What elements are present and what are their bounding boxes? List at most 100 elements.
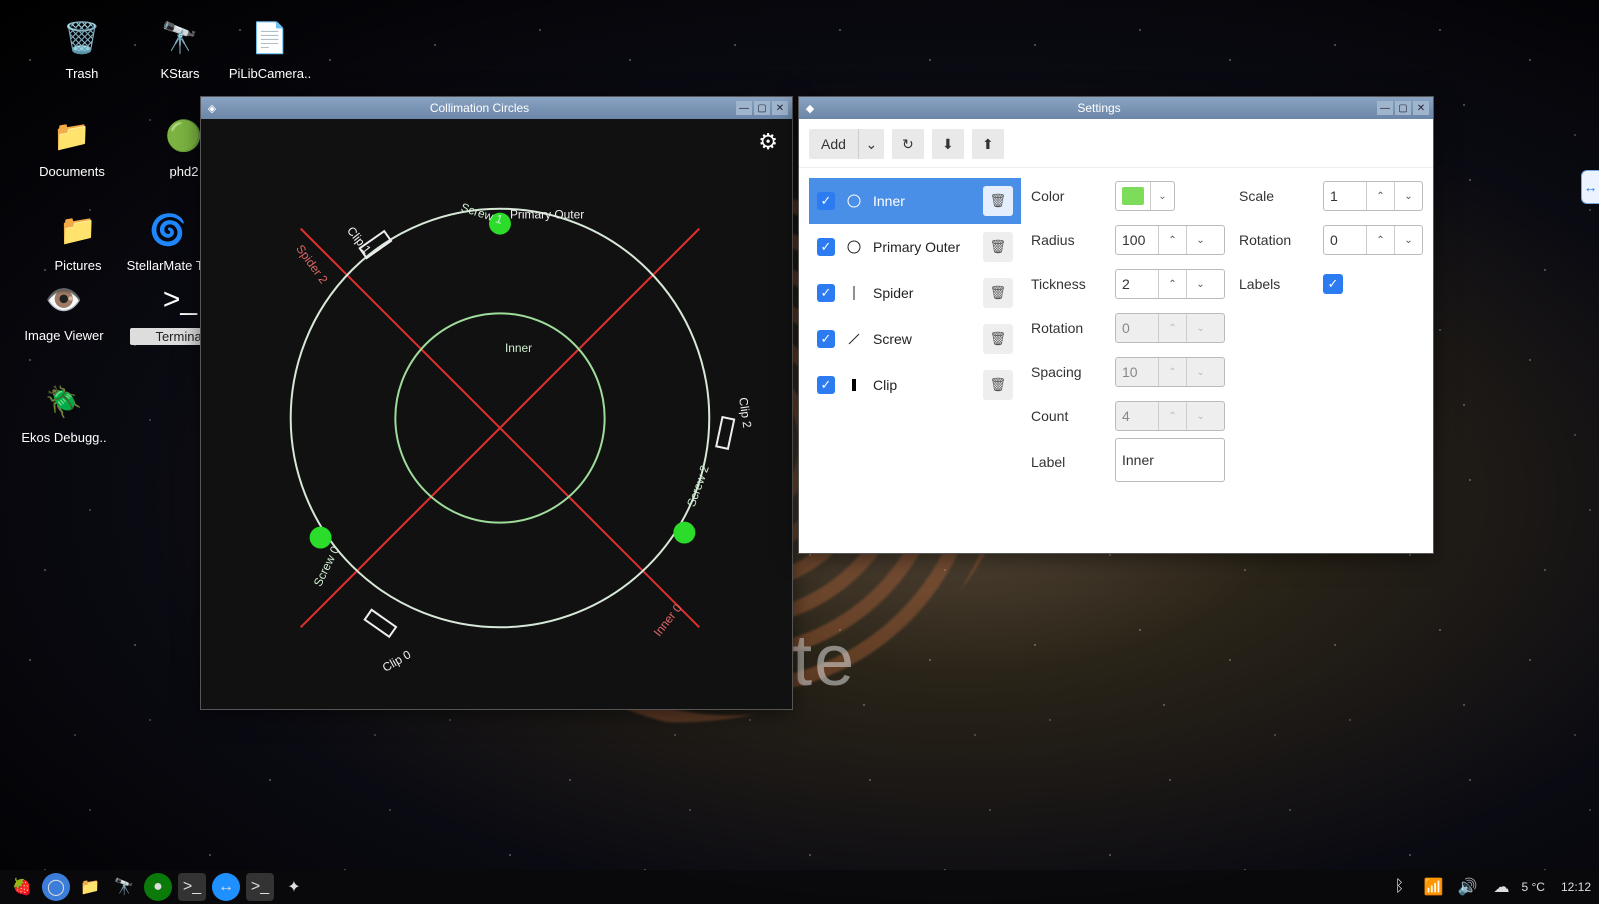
delete-button[interactable]: 🗑 xyxy=(983,232,1013,262)
circle-icon xyxy=(845,192,863,210)
label-input[interactable] xyxy=(1116,439,1224,481)
step-down-button[interactable]: ⌄ xyxy=(1186,270,1214,298)
delete-button[interactable]: 🗑 xyxy=(983,324,1013,354)
step-down-button: ⌄ xyxy=(1186,402,1214,430)
maximize-button[interactable]: ▢ xyxy=(754,101,770,115)
labels-checkbox[interactable]: ✓ xyxy=(1323,274,1343,294)
bluetooth-icon[interactable]: ᛒ xyxy=(1385,873,1413,901)
list-item-spider[interactable]: ✓ Spider 🗑 xyxy=(809,270,1021,316)
step-up-button: ⌃ xyxy=(1158,402,1186,430)
desktop-icon-imageviewer[interactable]: 👁️Image Viewer xyxy=(14,276,114,343)
step-up-button[interactable]: ⌃ xyxy=(1158,270,1186,298)
label-field[interactable] xyxy=(1115,438,1225,482)
desktop-icon-ekosdebug[interactable]: 🪲Ekos Debugg.. xyxy=(14,378,114,445)
window-collimation: ◈ Collimation Circles — ▢ ✕ ⚙ Inner Prim… xyxy=(200,96,793,710)
maximize-button[interactable]: ▢ xyxy=(1395,101,1411,115)
desktop-icon-kstars[interactable]: 🔭KStars xyxy=(130,14,230,81)
add-dropdown-button[interactable]: ⌄ xyxy=(858,129,884,159)
terminal-icon: >_ xyxy=(156,276,204,324)
imageviewer-icon: 👁️ xyxy=(40,276,88,324)
desktop-icon-pictures[interactable]: 📁Pictures xyxy=(28,206,128,273)
wifi-icon[interactable]: 📶 xyxy=(1419,873,1447,901)
rotation2-label: Rotation xyxy=(1239,232,1309,248)
chevron-down-icon: ⌄ xyxy=(866,136,878,153)
item-checkbox[interactable]: ✓ xyxy=(817,376,835,394)
item-checkbox[interactable]: ✓ xyxy=(817,192,835,210)
close-button[interactable]: ✕ xyxy=(1413,101,1429,115)
item-checkbox[interactable]: ✓ xyxy=(817,238,835,256)
screw-icon xyxy=(845,330,863,348)
radius-input[interactable] xyxy=(1116,226,1158,254)
item-checkbox[interactable]: ✓ xyxy=(817,330,835,348)
add-button[interactable]: Add xyxy=(809,129,858,159)
close-button[interactable]: ✕ xyxy=(772,101,788,115)
delete-button[interactable]: 🗑 xyxy=(983,278,1013,308)
pilibcamera-icon: 📄 xyxy=(246,14,294,62)
taskbar-terminal2[interactable]: >_ xyxy=(246,873,274,901)
kstars-icon: 🔭 xyxy=(156,14,204,62)
list-item-primary_outer[interactable]: ✓Primary Outer🗑 xyxy=(809,224,1021,270)
rotation2-input[interactable] xyxy=(1324,226,1366,254)
titlebar-collimation[interactable]: ◈ Collimation Circles — ▢ ✕ xyxy=(201,97,792,119)
circle-icon xyxy=(845,238,863,256)
minimize-button[interactable]: — xyxy=(1377,101,1393,115)
step-up-button[interactable]: ⌃ xyxy=(1366,226,1394,254)
scale-stepper[interactable]: ⌃ ⌄ xyxy=(1323,181,1423,211)
clip-icon xyxy=(845,376,863,394)
minimize-button[interactable]: — xyxy=(736,101,752,115)
taskbar-collimation[interactable]: ✦ xyxy=(280,873,308,901)
desktop-icon-trash[interactable]: 🗑️Trash xyxy=(32,14,132,81)
desktop-icon-label: Trash xyxy=(32,66,132,81)
trash-icon: 🗑 xyxy=(990,331,1007,347)
count-stepper: ⌃ ⌄ xyxy=(1115,401,1225,431)
rotation2-stepper[interactable]: ⌃ ⌄ xyxy=(1323,225,1423,255)
scale-input[interactable] xyxy=(1324,182,1366,210)
tickness-input[interactable] xyxy=(1116,270,1158,298)
color-picker[interactable]: ⌄ xyxy=(1115,181,1175,211)
export-button[interactable]: ⬆ xyxy=(972,129,1004,159)
tickness-stepper[interactable]: ⌃ ⌄ xyxy=(1115,269,1225,299)
svg-text:Screw 2: Screw 2 xyxy=(684,463,712,509)
step-up-button[interactable]: ⌃ xyxy=(1366,182,1394,210)
weather-icon[interactable]: ☁ xyxy=(1487,873,1515,901)
step-up-button[interactable]: ⌃ xyxy=(1158,226,1186,254)
taskbar-terminal[interactable]: >_ xyxy=(178,873,206,901)
item-label: Clip xyxy=(873,377,973,393)
svg-text:Inner: Inner xyxy=(505,341,532,355)
trash-icon: 🗑 xyxy=(990,285,1007,301)
start-menu-button[interactable]: 🍓 xyxy=(8,873,36,901)
import-button[interactable]: ⬇ xyxy=(932,129,964,159)
svg-text:Spider 2: Spider 2 xyxy=(293,242,331,286)
documents-icon: 📁 xyxy=(48,112,96,160)
list-item-screw[interactable]: ✓ Screw 🗑 xyxy=(809,316,1021,362)
taskbar-filemanager[interactable]: 📁 xyxy=(76,873,104,901)
volume-icon[interactable]: 🔊 xyxy=(1453,873,1481,901)
ekosdebug-icon: 🪲 xyxy=(40,378,88,426)
delete-button[interactable]: 🗑 xyxy=(983,186,1013,216)
delete-button[interactable]: 🗑 xyxy=(983,370,1013,400)
radius-label: Radius xyxy=(1031,232,1101,248)
radius-stepper[interactable]: ⌃ ⌄ xyxy=(1115,225,1225,255)
step-down-button[interactable]: ⌄ xyxy=(1394,226,1422,254)
taskbar-teamviewer[interactable]: ↔ xyxy=(212,873,240,901)
item-label: Screw xyxy=(873,331,973,347)
add-split-button: Add ⌄ xyxy=(809,129,884,159)
spacing-label: Spacing xyxy=(1031,364,1101,380)
step-down-button[interactable]: ⌄ xyxy=(1394,182,1422,210)
reset-button[interactable]: ↻ xyxy=(892,129,924,159)
list-item-inner[interactable]: ✓Inner🗑 xyxy=(809,178,1021,224)
tickness-label: Tickness xyxy=(1031,276,1101,292)
item-checkbox[interactable]: ✓ xyxy=(817,284,835,302)
list-item-clip[interactable]: ✓ Clip 🗑 xyxy=(809,362,1021,408)
desktop-icon-pilibcamera[interactable]: 📄PiLibCamera.. xyxy=(220,14,320,81)
item-label: Spider xyxy=(873,285,973,301)
titlebar-settings[interactable]: ◆ Settings — ▢ ✕ xyxy=(799,97,1433,119)
taskbar-chromium[interactable]: ◯ xyxy=(42,873,70,901)
side-teamviewer-tab[interactable]: ↔ xyxy=(1581,170,1599,204)
taskbar-kstars[interactable]: 🔭 xyxy=(110,873,138,901)
collimation-canvas[interactable]: ⚙ Inner Primary Outer Spider 2 Clip 1 Sc… xyxy=(201,119,792,709)
step-down-button[interactable]: ⌄ xyxy=(1186,226,1214,254)
window-title: Collimation Circles xyxy=(225,101,734,115)
taskbar-phd2[interactable]: ● xyxy=(144,873,172,901)
desktop-icon-documents[interactable]: 📁Documents xyxy=(22,112,122,179)
